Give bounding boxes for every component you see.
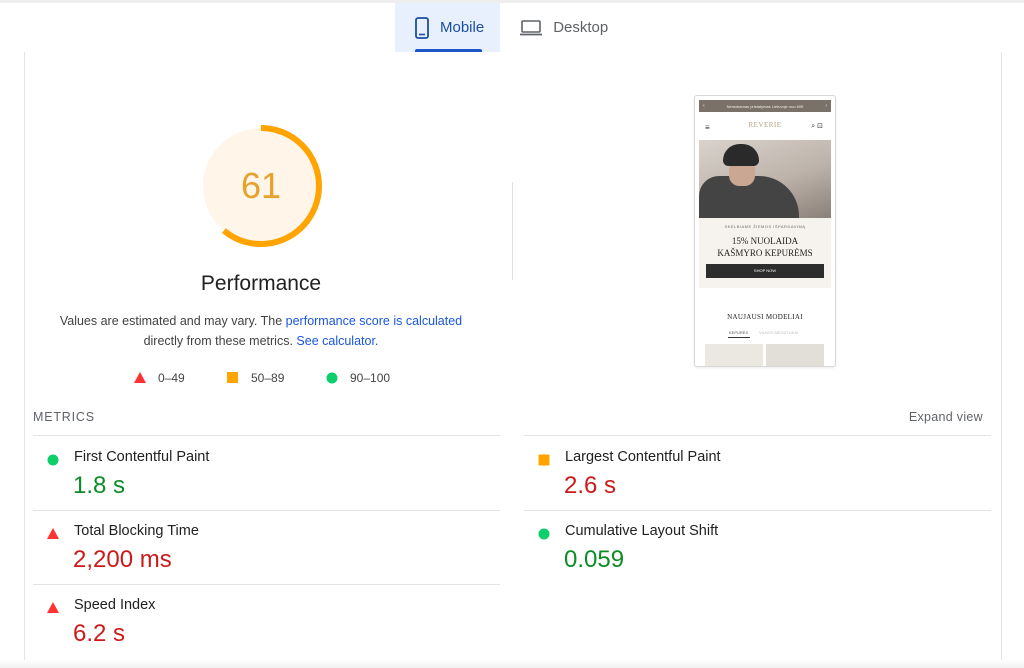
chevron-right-icon: › (825, 103, 827, 109)
smartphone-icon (415, 16, 429, 39)
desc-text-1: Values are estimated and may vary. The (59, 314, 286, 328)
bottom-shadow (0, 660, 1024, 668)
tab-desktop-label: Desktop (553, 19, 609, 36)
preview-tab-underline (728, 337, 750, 338)
metric-value: 1.8 s (73, 472, 126, 499)
preview-tab-2: VILNOS MEGZTUKAI (759, 330, 799, 335)
metric-label: Speed Index (74, 597, 156, 613)
legend-good: 90–100 (326, 371, 390, 385)
tab-desktop[interactable]: Desktop (500, 3, 624, 52)
preview-promo: SKELBIAME ŽIEMOS IŠPARDAVIMĄ 15% NUOLAID… (699, 218, 831, 288)
promo-headline: 15% NUOLAIDA KAŠMYRO KEPURĖMS (699, 235, 831, 259)
triangle-icon (134, 372, 146, 383)
legend-average-label: 50–89 (251, 371, 285, 385)
device-tabs: Mobile Desktop (395, 3, 624, 52)
preview-hero-image (699, 140, 831, 218)
metric-largest-contentful-paint: Largest Contentful Paint 2.6 s (524, 440, 991, 510)
circle-icon (47, 454, 59, 466)
legend-good-label: 90–100 (350, 371, 391, 385)
expand-view-button[interactable]: Expand view (909, 410, 983, 424)
preview-product-2 (766, 344, 824, 366)
preview-banner-text: Nemokamas pristatymas Lietuvoje nuo 60€ (726, 103, 804, 109)
new-models-heading: NAUJAUSI MODELIAI (727, 313, 803, 321)
metric-value: 2.6 s (564, 472, 617, 499)
metric-total-blocking-time: Total Blocking Time 2,200 ms (33, 514, 500, 584)
metric-first-contentful-paint: First Contentful Paint 1.8 s (33, 440, 500, 510)
performance-score-link[interactable]: performance score is calculated (286, 314, 462, 328)
legend-poor: 0–49 (134, 371, 185, 385)
metric-cumulative-layout-shift: Cumulative Layout Shift 0.059 (524, 514, 991, 584)
promo-line-1: 15% NUOLAIDA (731, 236, 799, 246)
legend-poor-label: 0–49 (158, 371, 185, 385)
metric-label: Total Blocking Time (74, 523, 199, 539)
see-calculator-link[interactable]: See calculator. (296, 334, 378, 348)
desc-text-2: directly from these metrics. (143, 334, 297, 348)
preview-announcement-bar: ‹ Nemokamas pristatymas Lietuvoje nuo 60… (699, 100, 831, 112)
circle-icon (538, 528, 550, 540)
metrics-rule (524, 435, 991, 436)
metrics-rule (33, 584, 500, 585)
performance-description: Values are estimated and may vary. The p… (40, 311, 482, 351)
hero-hat (723, 144, 759, 166)
circle-icon (326, 372, 338, 384)
page-screenshot-preview[interactable]: ‹ Nemokamas pristatymas Lietuvoje nuo 60… (694, 95, 836, 367)
search-cart-icons: ⌕ ⊡ (811, 123, 823, 130)
metrics-rule (524, 510, 991, 511)
metric-value: 6.2 s (73, 620, 126, 647)
vertical-divider (512, 182, 513, 280)
square-icon (227, 372, 238, 383)
tab-mobile-label: Mobile (440, 19, 485, 36)
legend-average: 50–89 (227, 371, 284, 385)
score-legend: 0–49 50–89 90–100 (0, 371, 1024, 387)
metric-value: 2,200 ms (73, 546, 172, 573)
preview-header: ≡ REVERIE ⌕ ⊡ (699, 118, 831, 134)
chevron-left-icon: ‹ (703, 103, 705, 109)
metric-label: Cumulative Layout Shift (565, 523, 719, 539)
performance-title: Performance (200, 272, 322, 295)
metric-label: First Contentful Paint (74, 449, 210, 465)
triangle-icon (47, 602, 59, 613)
metric-speed-index: Speed Index 6.2 s (33, 588, 500, 658)
preview-tab-1: KEPURĖS (729, 330, 749, 335)
metrics-header: METRICS (33, 410, 95, 424)
metrics-rule (33, 510, 500, 511)
shop-now-button: SHOP NOW (706, 264, 824, 278)
promo-small-text: SKELBIAME ŽIEMOS IŠPARDAVIMĄ (724, 224, 806, 229)
triangle-icon (47, 528, 59, 539)
performance-score: 61 (240, 165, 282, 206)
preview-product-1 (705, 344, 763, 366)
tab-mobile[interactable]: Mobile (395, 3, 501, 52)
square-icon (538, 454, 550, 466)
metrics-rule (33, 435, 500, 436)
laptop-icon (520, 19, 543, 35)
metric-value: 0.059 (564, 546, 625, 573)
metric-label: Largest Contentful Paint (565, 449, 721, 465)
promo-line-2: KAŠMYRO KEPURĖMS (717, 248, 813, 258)
